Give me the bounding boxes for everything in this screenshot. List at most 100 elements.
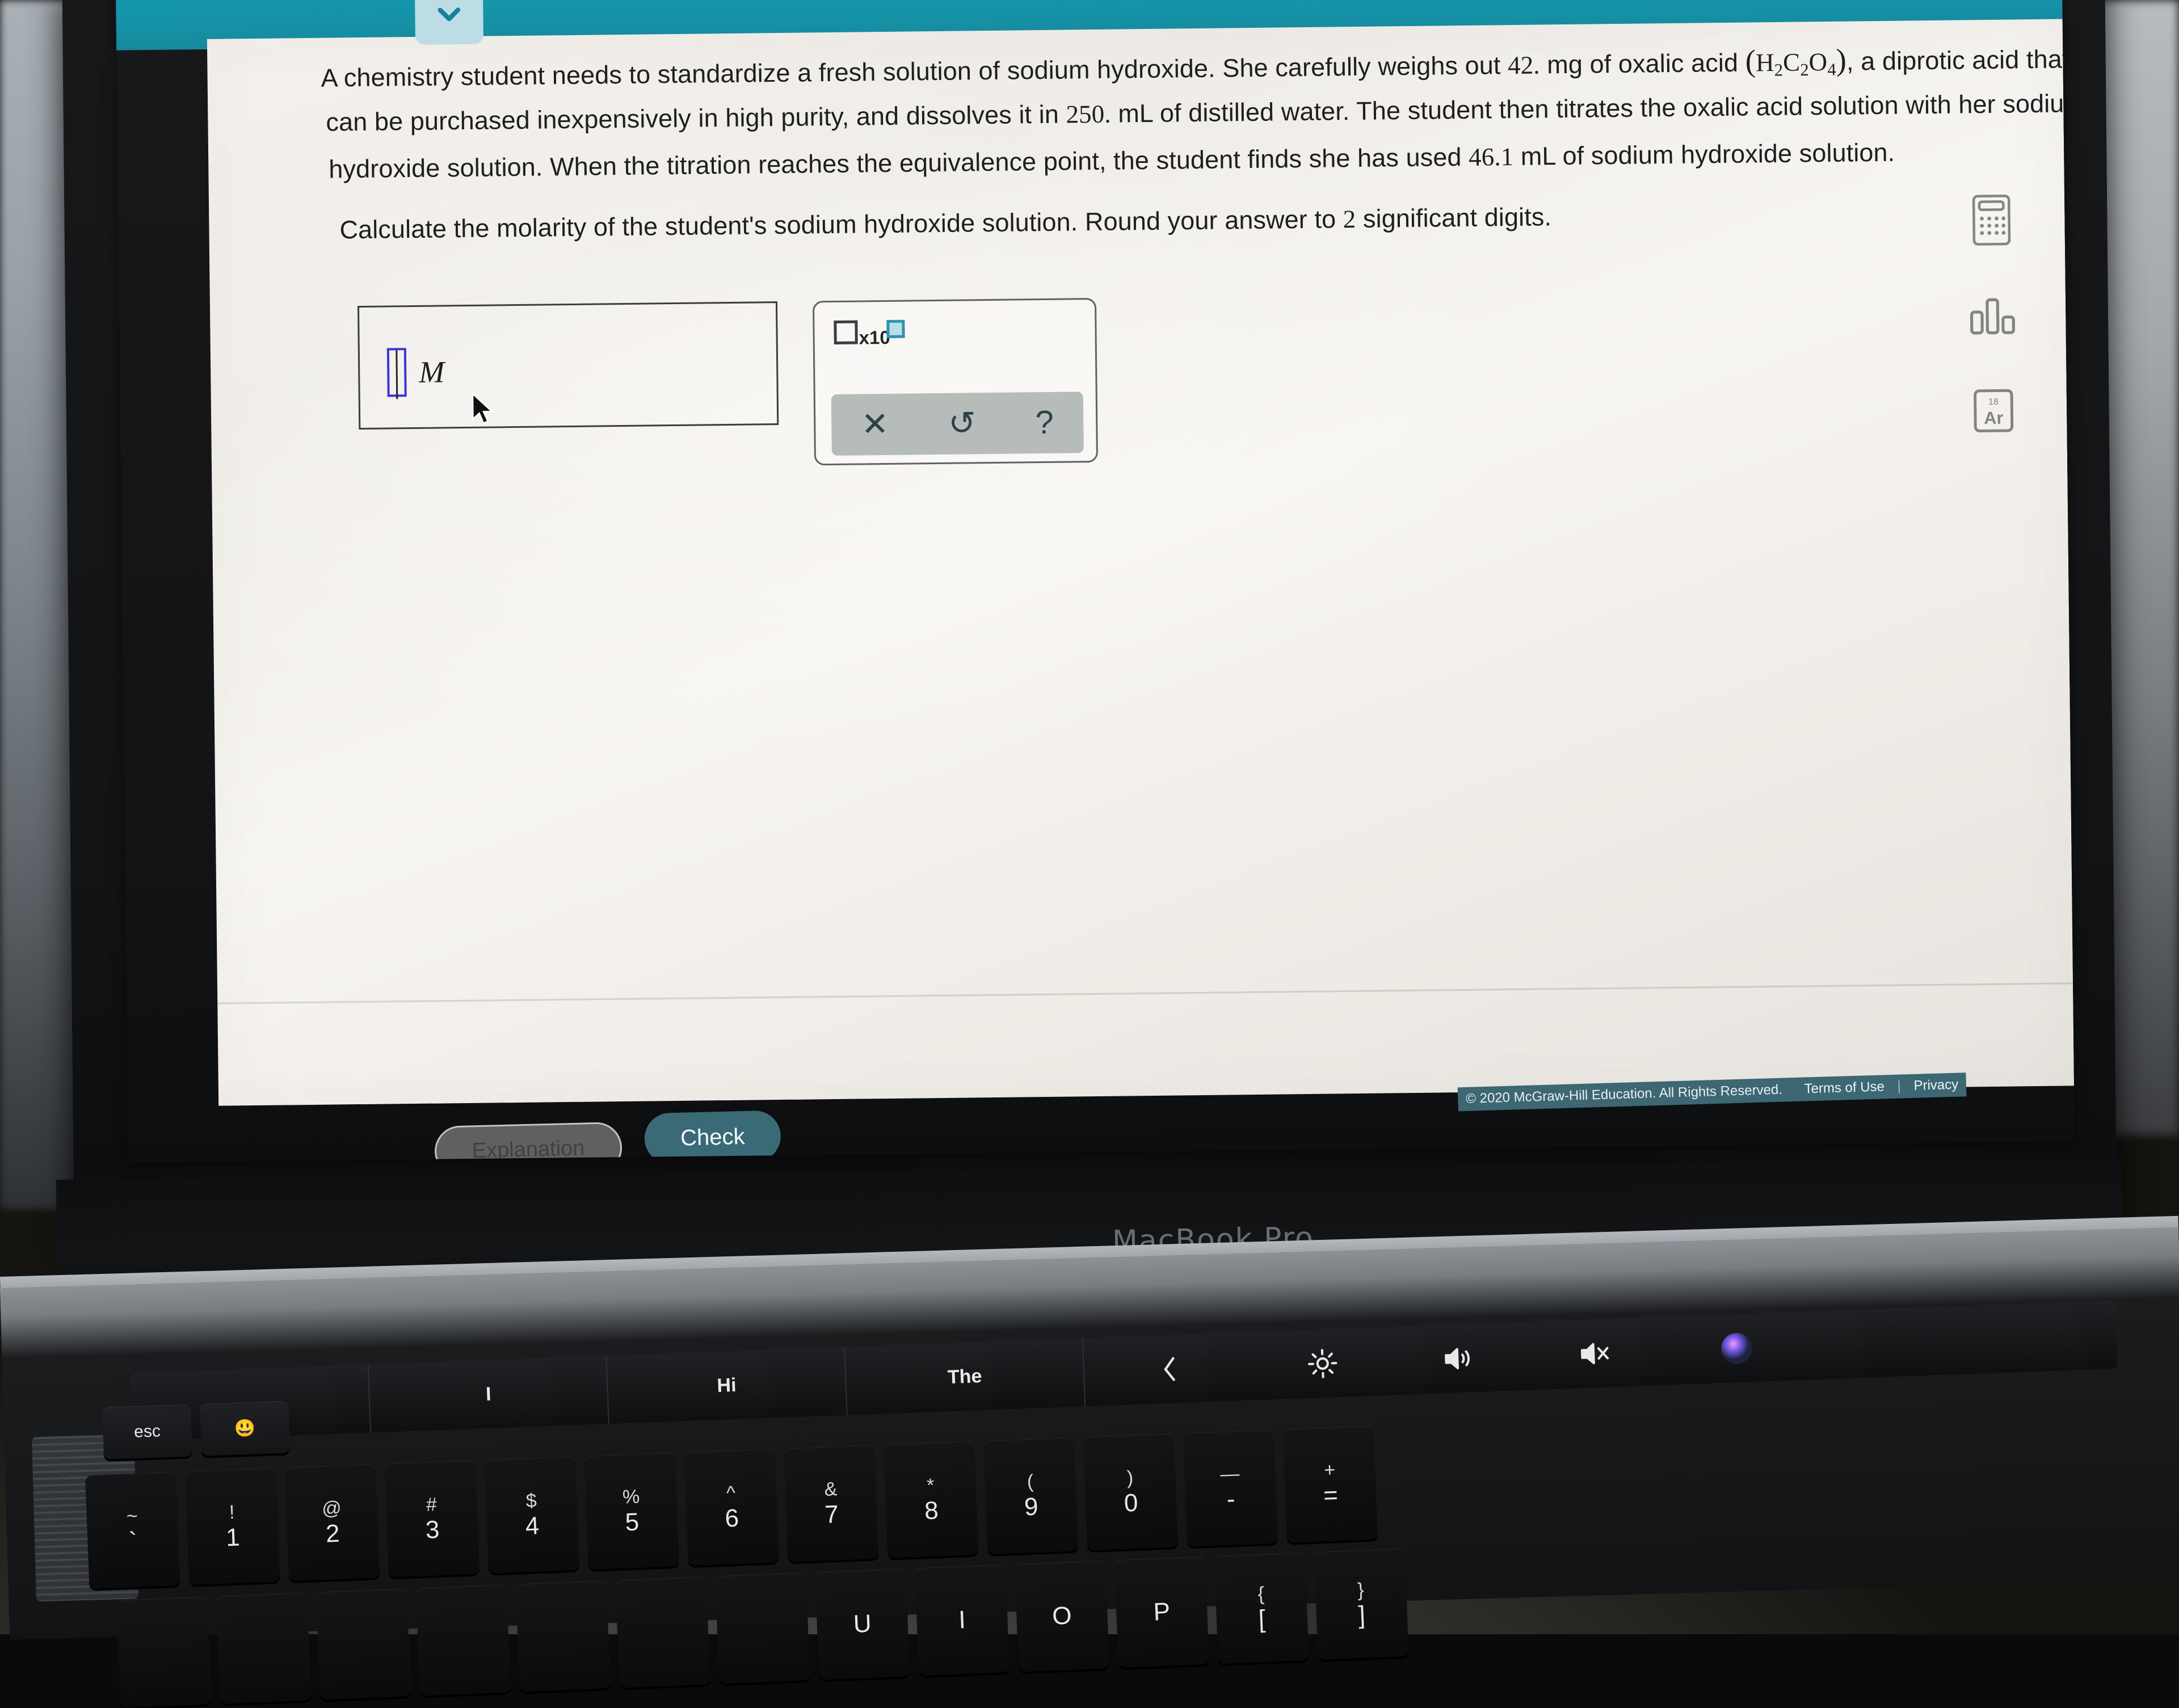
mouse-pointer-icon [470, 392, 497, 426]
key-lower-legend: ` [128, 1529, 137, 1555]
answer-input-box[interactable]: M [357, 301, 779, 430]
key-lower-legend: 0 [1124, 1491, 1138, 1516]
key-upper-legend: — [1220, 1464, 1240, 1484]
key-lower-legend: = [1323, 1483, 1338, 1508]
key-upper-legend: ! [229, 1503, 235, 1522]
check-button[interactable]: Check [644, 1110, 781, 1162]
key-upper-legend: ( [1027, 1472, 1034, 1491]
key-lower-legend: 6 [725, 1506, 739, 1532]
chevron-down-icon[interactable] [415, 0, 483, 45]
key-bracket-left[interactable]: {[ [1214, 1553, 1309, 1664]
calculator-icon[interactable] [1960, 188, 2023, 251]
key-9[interactable]: (9 [983, 1437, 1079, 1554]
key-lower-legend: 5 [625, 1510, 640, 1535]
touchbar-suggestion-0[interactable]: I [369, 1356, 609, 1432]
key-minus[interactable]: —- [1183, 1430, 1278, 1547]
clear-x-icon[interactable]: ✕ [861, 408, 889, 441]
scientific-notation-button[interactable]: x10 [834, 320, 905, 349]
mute-icon[interactable] [1526, 1336, 1664, 1371]
key-tab[interactable] [116, 1597, 211, 1708]
key-t[interactable] [615, 1576, 710, 1688]
question-line3-part-b: mL of sodium hydroxide solution. [1513, 138, 1895, 171]
instruction-part-b: significant digits. [1356, 202, 1551, 233]
question-mark-icon[interactable]: ? [1035, 406, 1054, 439]
touchbar-suggestion-1[interactable]: Hi [607, 1347, 847, 1424]
key-emoji[interactable]: 😃 [200, 1401, 290, 1456]
key-3[interactable]: #3 [385, 1461, 480, 1577]
key-lower-legend: 7 [825, 1502, 839, 1528]
function-key-row: esc 😃 [102, 1401, 290, 1459]
key-lower-legend: 2 [325, 1521, 340, 1547]
brightness-icon[interactable] [1254, 1346, 1391, 1382]
key-8[interactable]: *8 [884, 1441, 979, 1558]
key-upper-legend: ~ [126, 1507, 138, 1526]
key-lower-legend: P [1153, 1600, 1171, 1625]
key-lower-legend: O [1051, 1603, 1072, 1629]
key-e[interactable] [416, 1584, 511, 1696]
key-upper-legend: + [1324, 1460, 1336, 1480]
key-upper-legend: } [1357, 1580, 1365, 1600]
question-line1-part-b: mg of oxalic acid [1539, 48, 1745, 79]
question-volume-value: 250. [1066, 100, 1111, 129]
key-w[interactable] [316, 1588, 411, 1699]
key-bracket-right[interactable]: }] [1314, 1549, 1408, 1660]
key-o[interactable]: O [1015, 1560, 1109, 1672]
volume-up-icon[interactable] [1390, 1341, 1528, 1376]
key-lower-legend: 9 [1024, 1495, 1038, 1520]
key-i[interactable]: I [915, 1564, 1009, 1676]
key-r[interactable] [515, 1580, 610, 1692]
key-upper-legend: ^ [726, 1483, 735, 1503]
key-upper-legend: $ [525, 1491, 537, 1511]
svg-text:Ar: Ar [1984, 408, 2004, 428]
touchbar-suggestion-2[interactable]: The [845, 1338, 1086, 1415]
key-y[interactable] [715, 1572, 810, 1684]
answer-unit-label: M [419, 354, 445, 389]
explanation-button[interactable]: Explanation [434, 1122, 622, 1163]
question-titrant-value: 46.1 [1469, 142, 1514, 171]
key-lower-legend: 8 [924, 1498, 939, 1524]
oxalic-acid-formula: H2C2O4 [1756, 48, 1836, 77]
undo-arrow-icon[interactable]: ↺ [948, 407, 976, 440]
key-0[interactable]: )0 [1083, 1433, 1179, 1550]
key-upper-legend: # [426, 1495, 437, 1515]
x10-label: x10 [859, 327, 890, 349]
key-q[interactable] [216, 1593, 311, 1704]
key-lower-legend: ] [1358, 1603, 1366, 1628]
key-2[interactable]: @2 [285, 1464, 380, 1581]
siri-icon[interactable] [1662, 1328, 1811, 1369]
key-upper-legend: & [824, 1479, 838, 1499]
palette-button-bar: ✕ ↺ ? [831, 392, 1084, 456]
chevron-left-icon[interactable] [1084, 1351, 1255, 1387]
key-equals[interactable]: += [1282, 1426, 1378, 1543]
privacy-link[interactable]: Privacy [1913, 1077, 1958, 1093]
key-upper-legend: @ [322, 1499, 342, 1518]
key-lower-legend: - [1226, 1487, 1235, 1512]
terms-of-use-link[interactable]: Terms of Use [1804, 1079, 1884, 1096]
key-backtick[interactable]: ~` [85, 1472, 180, 1589]
key-5[interactable]: %5 [584, 1453, 679, 1570]
math-input-palette[interactable]: x10 ✕ ↺ ? [813, 298, 1098, 465]
footer-separator: | [1897, 1079, 1901, 1094]
tool-rail: 18 Ar [1949, 188, 2037, 476]
answer-text-cursor [387, 348, 407, 397]
svg-text:18: 18 [1988, 397, 1999, 407]
formula-open-paren: ( [1745, 43, 1756, 78]
key-u[interactable]: U [815, 1568, 910, 1680]
key-lower-legend: 3 [425, 1517, 440, 1543]
copyright-text: © 2020 McGraw-Hill Education. All Rights… [1466, 1082, 1782, 1107]
key-p[interactable]: P [1114, 1556, 1209, 1668]
key-esc[interactable]: esc [102, 1404, 192, 1459]
key-1[interactable]: !1 [185, 1468, 280, 1585]
key-upper-legend: % [622, 1487, 640, 1507]
key-6[interactable]: ^6 [684, 1449, 779, 1566]
bar-chart-icon[interactable] [1961, 284, 2024, 347]
exponent-placeholder-icon [886, 320, 905, 338]
key-7[interactable]: &7 [784, 1445, 879, 1562]
key-upper-legend: * [927, 1476, 935, 1495]
key-upper-legend: ) [1126, 1468, 1134, 1487]
key-lower-legend: [ [1258, 1607, 1266, 1632]
periodic-table-icon[interactable]: 18 Ar [1962, 379, 2025, 442]
key-4[interactable]: $4 [484, 1457, 579, 1574]
key-lower-legend: U [853, 1612, 872, 1637]
answer-input-content: M [387, 347, 445, 397]
